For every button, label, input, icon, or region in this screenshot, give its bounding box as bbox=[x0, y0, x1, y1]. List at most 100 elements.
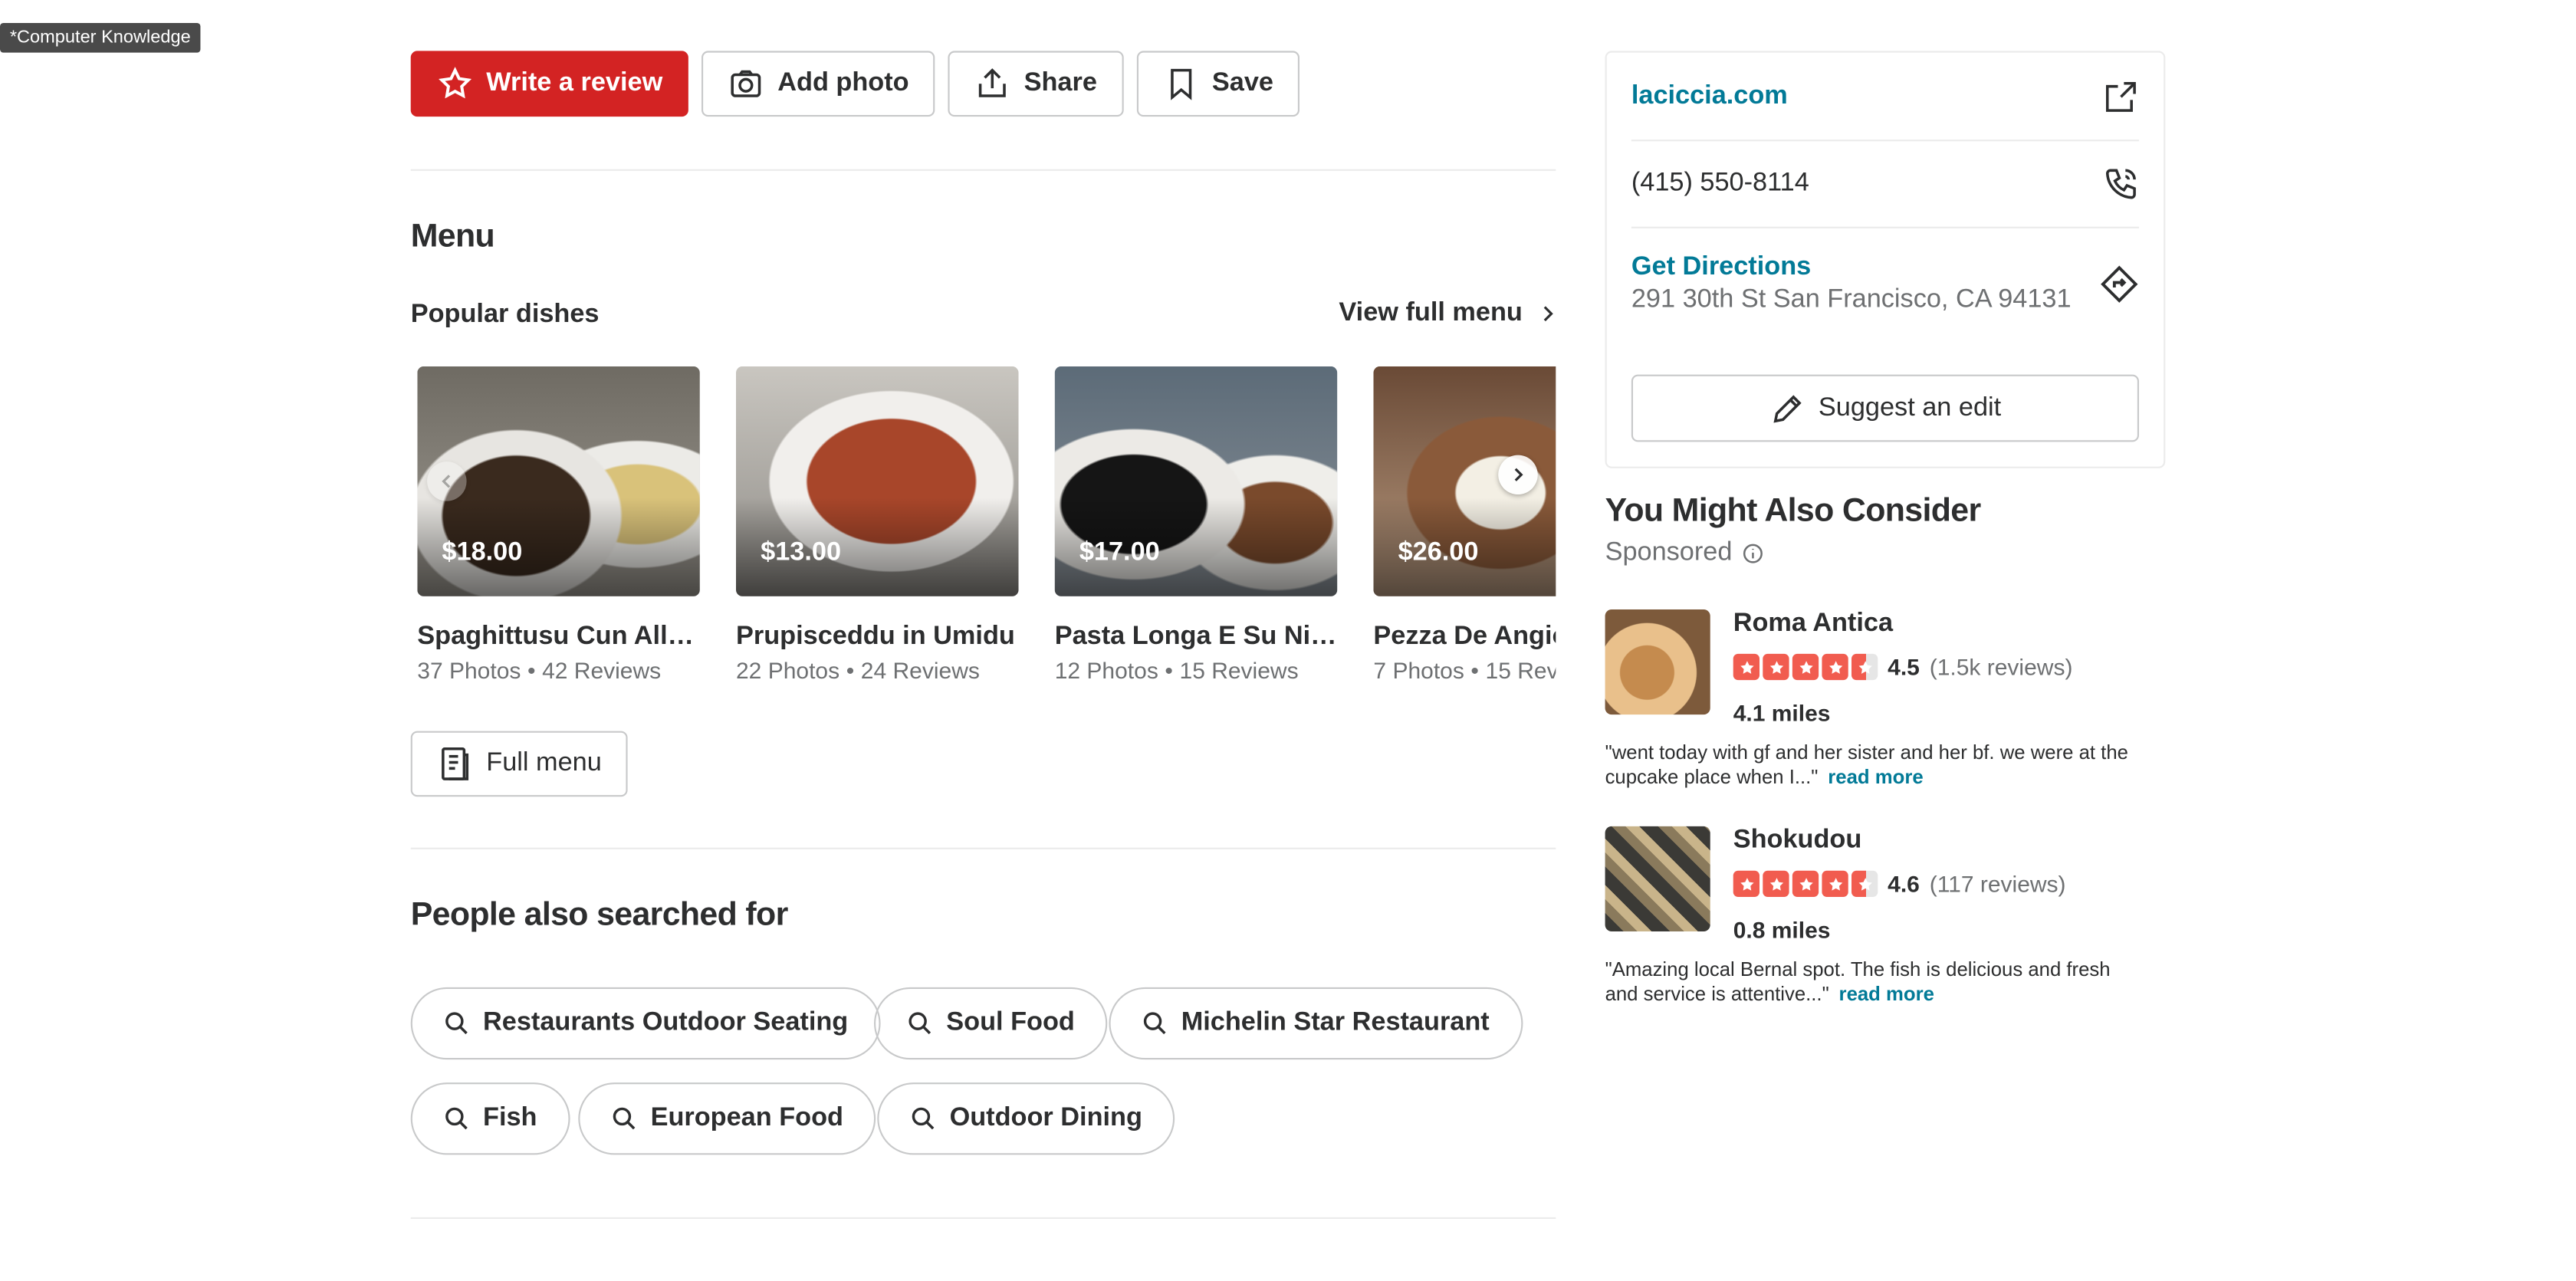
business-name[interactable]: Roma Antica bbox=[1733, 609, 1893, 639]
dish-card[interactable]: $13.00 Prupisceddu in Umidu 22 Photos • 24… bbox=[736, 366, 1019, 683]
dish-name[interactable]: Pezza De Angio bbox=[1373, 622, 1556, 652]
dish-name[interactable]: Spaghittusu Cun Allu... bbox=[417, 622, 700, 652]
save-button[interactable]: Save bbox=[1136, 51, 1300, 117]
row-divider bbox=[1631, 140, 2139, 142]
star-icon bbox=[1763, 870, 1789, 897]
business-address: 291 30th St San Francisco, CA 94131 bbox=[1631, 285, 2072, 314]
business-photo[interactable] bbox=[1605, 826, 1710, 931]
dish-card[interactable]: $17.00 Pasta Longa E Su Nie... 12 Photos… bbox=[1054, 366, 1338, 683]
star-icon bbox=[1763, 653, 1789, 681]
separator-dot: • bbox=[527, 657, 536, 684]
star-icon bbox=[1733, 653, 1760, 681]
dish-photos: 22 Photos bbox=[736, 657, 840, 684]
dish-card[interactable]: $18.00 Spaghittusu Cun Allu... 37 Photos… bbox=[417, 366, 700, 683]
dish-photo[interactable]: $13.00 bbox=[736, 366, 1019, 596]
business-info-card: laciccia.com (415) 550-8114 Get Directio… bbox=[1605, 51, 2166, 468]
dish-meta: 12 Photos • 15 Reviews bbox=[1055, 657, 1338, 683]
sponsored-label: Sponsored bbox=[1605, 539, 1766, 569]
half-star-icon bbox=[1852, 653, 1878, 681]
computer-knowledge-tag: *Computer Knowledge bbox=[0, 23, 201, 53]
dish-photo[interactable]: $18.00 bbox=[417, 366, 700, 596]
dish-reviews: 24 Reviews bbox=[860, 657, 980, 684]
save-label: Save bbox=[1211, 69, 1273, 97]
star-icon bbox=[1792, 653, 1819, 681]
dish-name[interactable]: Pasta Longa E Su Nie... bbox=[1055, 622, 1338, 652]
search-chip-label: European Food bbox=[650, 1104, 843, 1132]
search-chip[interactable]: Soul Food bbox=[874, 987, 1108, 1060]
dish-photos: 7 Photos bbox=[1373, 657, 1464, 684]
website-link[interactable]: laciccia.com bbox=[1631, 82, 1788, 112]
search-chip-label: Outdoor Dining bbox=[949, 1104, 1142, 1132]
write-review-button[interactable]: Write a review bbox=[410, 51, 689, 117]
phone-row[interactable]: (415) 550-8114 bbox=[1631, 166, 2139, 202]
menu-document-icon bbox=[442, 747, 469, 780]
people-also-searched-heading: People also searched for bbox=[410, 897, 789, 934]
directions-row[interactable]: Get Directions 291 30th St San Francisco… bbox=[1631, 253, 2139, 315]
dish-meta: 22 Photos • 24 Reviews bbox=[736, 657, 1019, 683]
separator-dot: • bbox=[1470, 657, 1479, 684]
search-icon bbox=[445, 1107, 468, 1130]
review-count: (117 reviews) bbox=[1929, 870, 2066, 897]
star-rating bbox=[1733, 653, 1878, 681]
search-icon bbox=[613, 1107, 636, 1130]
sponsored-text: Sponsored bbox=[1605, 538, 1733, 567]
business-name[interactable]: Shokudou bbox=[1733, 826, 1862, 856]
get-directions-link[interactable]: Get Directions bbox=[1631, 253, 2072, 283]
info-icon[interactable] bbox=[1742, 542, 1765, 565]
separator-dot: • bbox=[1165, 657, 1173, 684]
phone-number[interactable]: (415) 550-8114 bbox=[1631, 169, 1809, 199]
dish-price: $17.00 bbox=[1079, 538, 1160, 567]
review-count: (1.5k reviews) bbox=[1929, 653, 2073, 681]
search-chip[interactable]: Michelin Star Restaurant bbox=[1109, 987, 1523, 1060]
phone-icon[interactable] bbox=[2103, 166, 2139, 202]
divider bbox=[410, 1217, 1556, 1219]
full-menu-button[interactable]: Full menu bbox=[410, 731, 629, 797]
read-more-link[interactable]: read more bbox=[1828, 766, 1923, 789]
search-icon bbox=[912, 1107, 935, 1130]
distance: 0.8 miles bbox=[1733, 916, 1831, 943]
star-icon bbox=[1733, 870, 1760, 897]
read-more-link[interactable]: read more bbox=[1839, 982, 1934, 1005]
suggest-edit-label: Suggest an edit bbox=[1818, 393, 2002, 422]
search-icon bbox=[445, 1012, 468, 1035]
search-chip[interactable]: Outdoor Dining bbox=[877, 1082, 1175, 1155]
search-chip[interactable]: Restaurants Outdoor Seating bbox=[410, 987, 882, 1060]
search-chip[interactable]: Fish bbox=[410, 1082, 570, 1155]
dish-name[interactable]: Prupisceddu in Umidu bbox=[736, 622, 1019, 652]
row-divider bbox=[1631, 226, 2139, 228]
chevron-left-icon bbox=[442, 475, 451, 488]
search-chip-label: Soul Food bbox=[946, 1008, 1075, 1037]
dish-meta: 37 Photos • 42 Reviews bbox=[417, 657, 700, 683]
business-photo[interactable] bbox=[1605, 609, 1710, 715]
popular-dishes-heading: Popular dishes bbox=[410, 301, 600, 329]
add-photo-label: Add photo bbox=[777, 69, 909, 97]
share-button[interactable]: Share bbox=[948, 51, 1124, 117]
share-label: Share bbox=[1024, 69, 1097, 97]
chevron-right-icon bbox=[1543, 306, 1553, 322]
add-photo-button[interactable]: Add photo bbox=[702, 51, 935, 117]
star-icon bbox=[439, 67, 472, 99]
carousel-prev-button[interactable] bbox=[427, 461, 467, 501]
dish-price: $13.00 bbox=[761, 538, 842, 567]
separator-dot: • bbox=[846, 657, 855, 684]
share-icon bbox=[979, 68, 1007, 97]
view-full-menu-link[interactable]: View full menu bbox=[1339, 299, 1559, 329]
full-menu-label: Full menu bbox=[486, 749, 602, 777]
dish-carousel: $18.00 Spaghittusu Cun Allu... 37 Photos… bbox=[417, 366, 1556, 695]
star-icon bbox=[1792, 870, 1819, 897]
dish-meta: 7 Photos • 15 Revi bbox=[1373, 657, 1556, 683]
website-row[interactable]: laciccia.com bbox=[1631, 79, 2139, 115]
suggest-edit-button[interactable]: Suggest an edit bbox=[1631, 374, 2139, 442]
bookmark-icon bbox=[1170, 68, 1191, 100]
half-star-icon bbox=[1852, 870, 1878, 897]
star-icon bbox=[1822, 653, 1848, 681]
action-bar: Write a review Add photo Share Save bbox=[410, 51, 1300, 117]
directions-icon[interactable] bbox=[2100, 264, 2139, 304]
search-chip[interactable]: European Food bbox=[578, 1082, 876, 1155]
dish-card[interactable]: $26.00 Pezza De Angio 7 Photos • 15 Revi bbox=[1373, 366, 1556, 683]
search-chip-label: Restaurants Outdoor Seating bbox=[483, 1008, 849, 1037]
dish-photo[interactable]: $17.00 bbox=[1054, 366, 1338, 596]
you-might-also-consider-heading: You Might Also Consider bbox=[1605, 492, 1982, 529]
external-link-icon[interactable] bbox=[2103, 79, 2139, 115]
carousel-next-button[interactable] bbox=[1498, 455, 1538, 494]
